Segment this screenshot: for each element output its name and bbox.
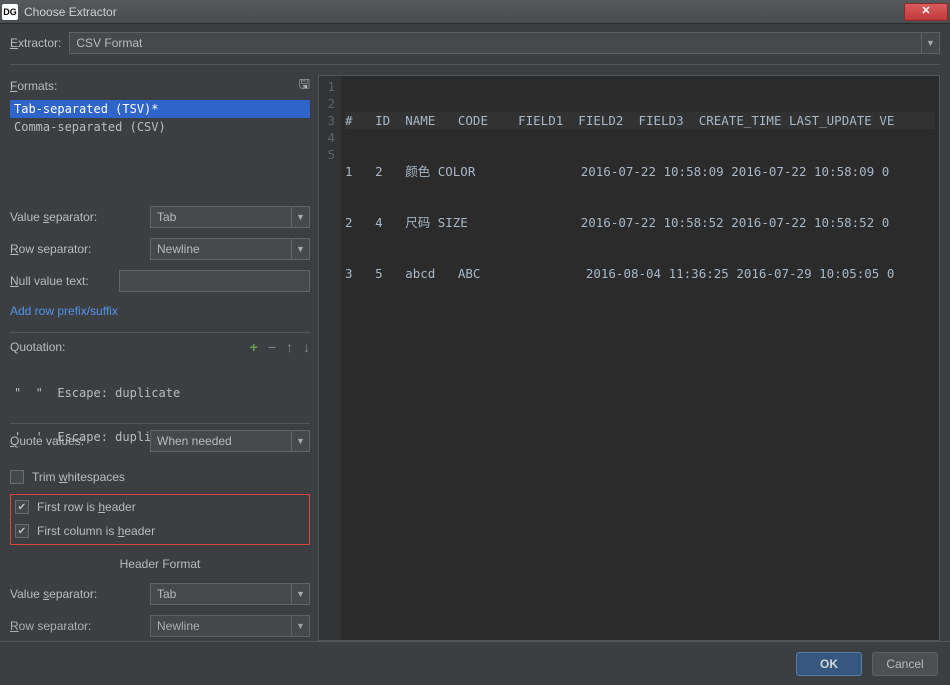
gutter-line: 4 [321,129,335,146]
trim-whitespace-label: Trim whitespaces [32,470,125,484]
first-row-header-label: First row is header [37,500,136,514]
formats-list: Tab-separated (TSV)* Comma-separated (CS… [10,100,310,156]
hf-value-separator-select[interactable]: Tab ▼ [150,583,310,605]
editor-line: 1 2 颜色 COLOR 2016-07-22 10:58:09 2016-07… [345,163,935,180]
cancel-button[interactable]: Cancel [872,652,938,676]
format-item-tsv[interactable]: Tab-separated (TSV)* [10,100,310,118]
null-value-input[interactable] [119,270,310,292]
value-separator-select[interactable]: Tab ▼ [150,206,310,228]
header-format-title: Header Format [10,557,310,571]
gutter-line: 5 [321,146,335,163]
value-separator-label: Value separator: [10,210,144,224]
close-icon: ✕ [921,6,930,17]
editor-content[interactable]: # ID NAME CODE FIELD1 FIELD2 FIELD3 CREA… [341,76,939,640]
null-value-label: Null value text: [10,274,113,288]
chevron-down-icon: ▼ [291,207,309,227]
chevron-down-icon: ▼ [291,616,309,636]
row-separator-label: Row separator: [10,242,144,256]
extractor-dropdown[interactable]: CSV Format ▼ [69,32,940,54]
quotation-row[interactable]: " " Escape: duplicate [14,385,306,401]
close-button[interactable]: ✕ [904,3,948,21]
quote-values-label: Quote values: [10,434,144,448]
row-separator-select[interactable]: Newline ▼ [150,238,310,260]
editor-line: # ID NAME CODE FIELD1 FIELD2 FIELD3 CREA… [345,112,935,129]
title-bar: DG Choose Extractor ✕ [0,0,950,24]
hf-value-separator-value: Tab [157,587,176,601]
first-row-header-checkbox[interactable] [15,500,29,514]
chevron-down-icon: ▼ [921,33,939,53]
quotation-list[interactable]: " " Escape: duplicate ' ' Escape: duplic… [10,355,310,415]
chevron-down-icon: ▼ [291,239,309,259]
value-separator-value: Tab [157,210,176,224]
window-title: Choose Extractor [24,5,904,19]
button-bar: OK Cancel [0,641,950,685]
chevron-down-icon: ▼ [291,584,309,604]
arrow-up-icon[interactable]: ↑ [286,339,293,355]
quotation-label: Quotation: [10,340,250,354]
hf-row-separator-label: Row separator: [10,619,144,633]
format-item-csv[interactable]: Comma-separated (CSV) [10,118,310,136]
gutter-line: 1 [321,78,335,95]
first-col-header-label: First column is header [37,524,155,538]
preview-editor: 1 2 3 4 5 # ID NAME CODE FIELD1 FIELD2 F… [318,75,940,641]
trim-whitespace-checkbox[interactable] [10,470,24,484]
add-prefix-suffix-link[interactable]: Add row prefix/suffix [10,304,310,318]
ok-button[interactable]: OK [796,652,862,676]
gutter-line: 2 [321,95,335,112]
quote-values-value: When needed [157,434,232,448]
editor-line [345,316,935,333]
gutter-line: 3 [321,112,335,129]
formats-label: Formats: [10,79,57,93]
hf-value-separator-label: Value separator: [10,587,144,601]
hf-row-separator-select[interactable]: Newline ▼ [150,615,310,637]
left-panel: Formats: 🖫 Tab-separated (TSV)* Comma-se… [10,75,310,641]
save-icon[interactable]: 🖫 [299,75,310,97]
editor-line: 3 5 abcd ABC 2016-08-04 11:36:25 2016-07… [345,265,935,282]
extractor-label: Extractor: [10,36,61,50]
editor-line: 2 4 尺码 SIZE 2016-07-22 10:58:52 2016-07-… [345,214,935,231]
chevron-down-icon: ▼ [291,431,309,451]
add-icon[interactable]: + [250,339,258,355]
quote-values-select[interactable]: When needed ▼ [150,430,310,452]
hf-row-separator-value: Newline [157,619,200,633]
app-icon: DG [2,4,18,20]
row-separator-value: Newline [157,242,200,256]
editor-gutter: 1 2 3 4 5 [319,76,341,640]
remove-icon[interactable]: − [268,339,276,355]
extractor-value: CSV Format [76,36,142,50]
first-col-header-checkbox[interactable] [15,524,29,538]
header-highlight-box: First row is header First column is head… [10,494,310,545]
arrow-down-icon[interactable]: ↓ [303,339,310,355]
